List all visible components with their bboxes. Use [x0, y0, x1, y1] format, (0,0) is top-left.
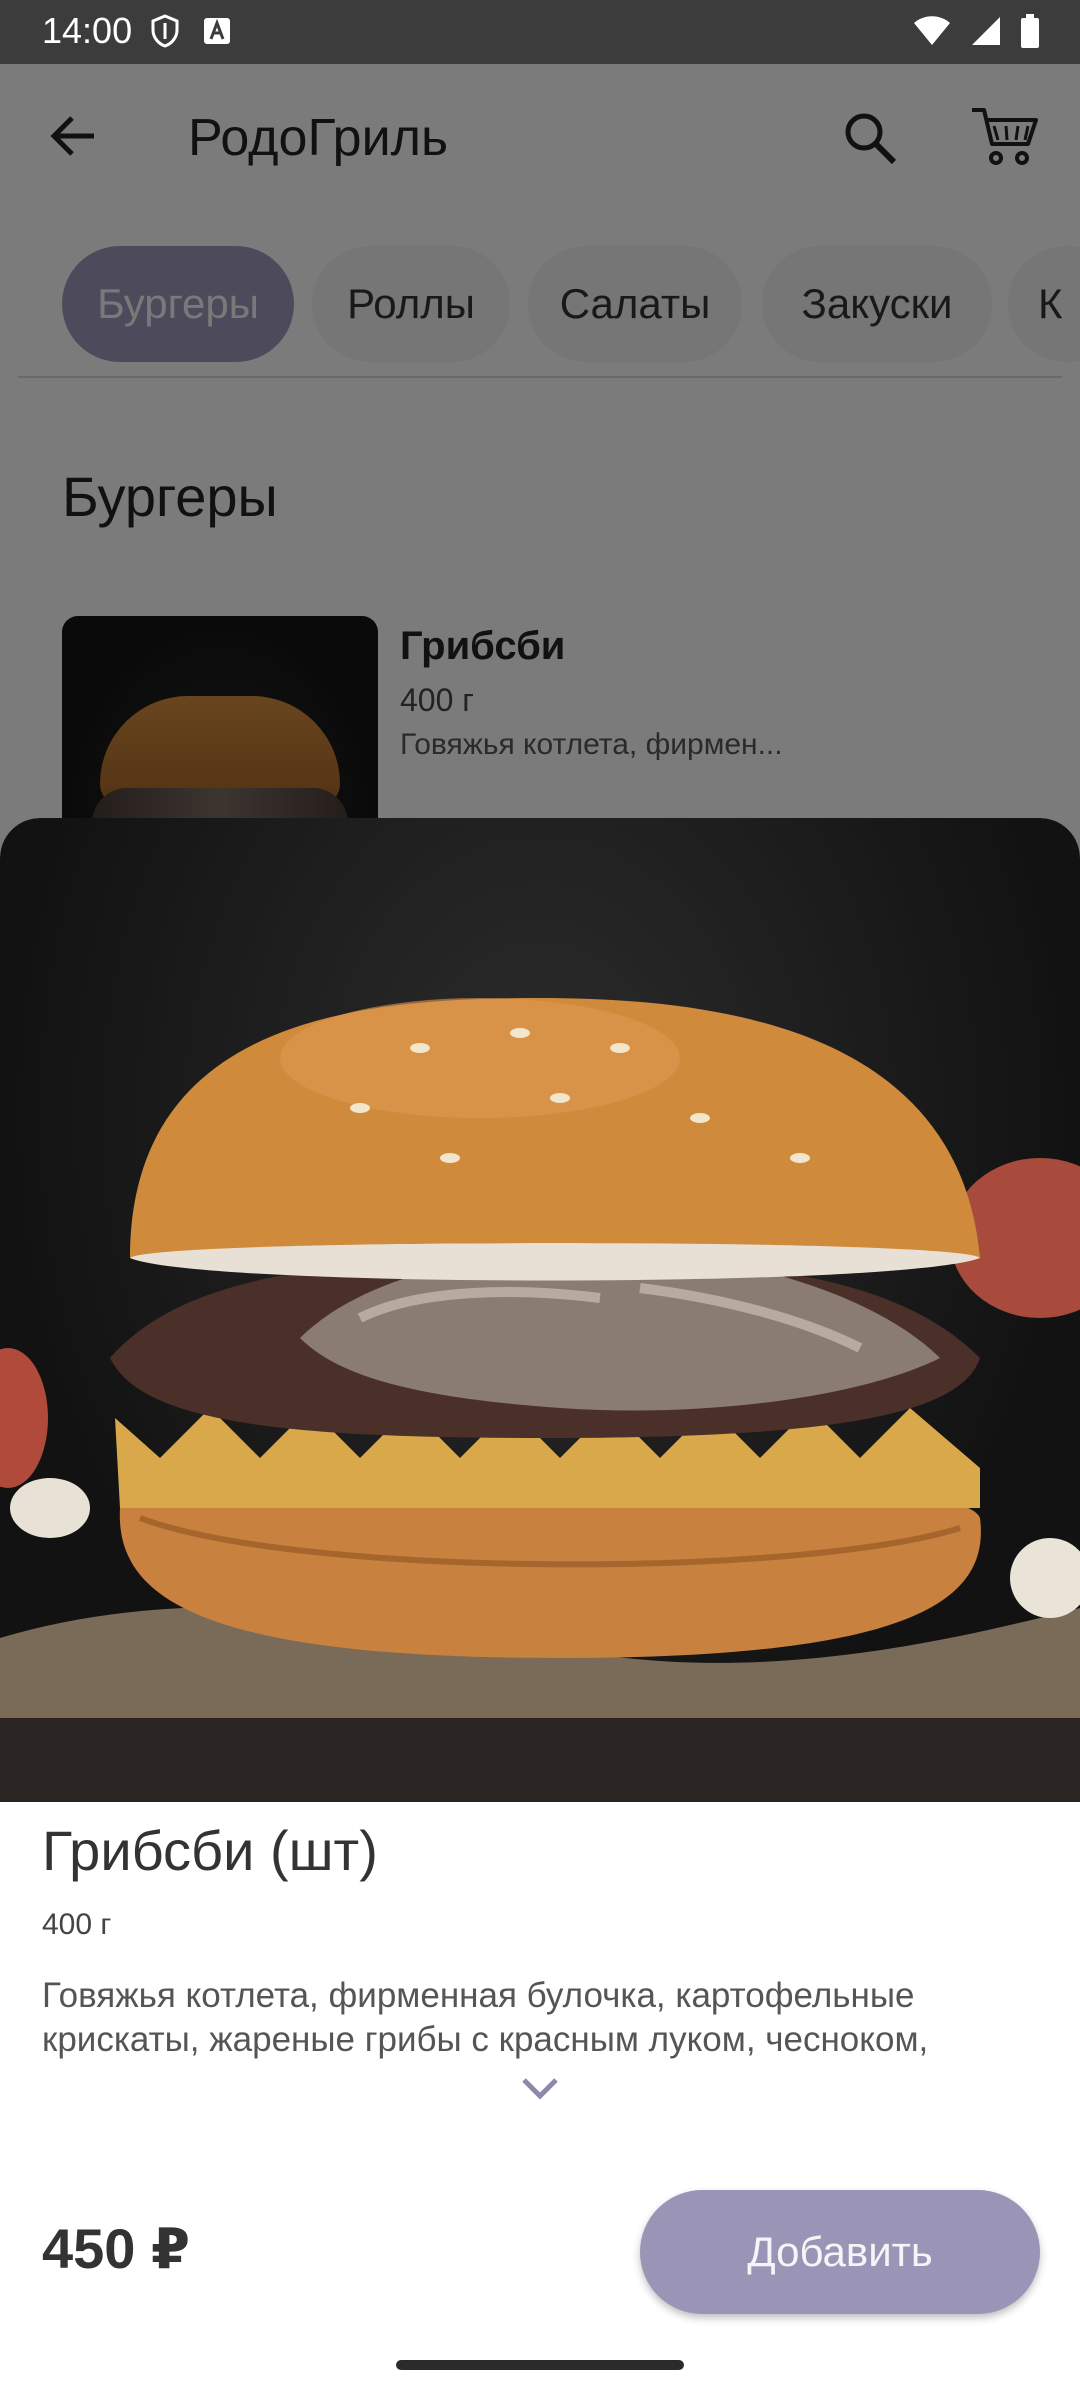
- battery-icon: [1021, 14, 1039, 48]
- status-bar: 14:00: [0, 0, 1080, 64]
- add-to-cart-button[interactable]: Добавить: [640, 2190, 1040, 2314]
- product-title: Грибсби (шт): [42, 1819, 378, 1882]
- product-weight: 400 г: [42, 1908, 112, 1941]
- keyboard-a-icon: [204, 18, 230, 44]
- chevron-down-icon[interactable]: [516, 2072, 564, 2104]
- product-bottom-sheet: Грибсби (шт) 400 г Говяжья котлета, фирм…: [0, 818, 1080, 2400]
- home-indicator[interactable]: [396, 2360, 684, 2370]
- product-image: [0, 818, 1080, 1802]
- product-price: 450 ₽: [42, 2217, 190, 2280]
- wifi-icon: [914, 16, 950, 45]
- shield-icon: [151, 14, 179, 48]
- product-description: Говяжья котлета, фирменная булочка, карт…: [42, 1976, 929, 2059]
- signal-icon: [972, 17, 1000, 45]
- status-time: 14:00: [42, 10, 133, 51]
